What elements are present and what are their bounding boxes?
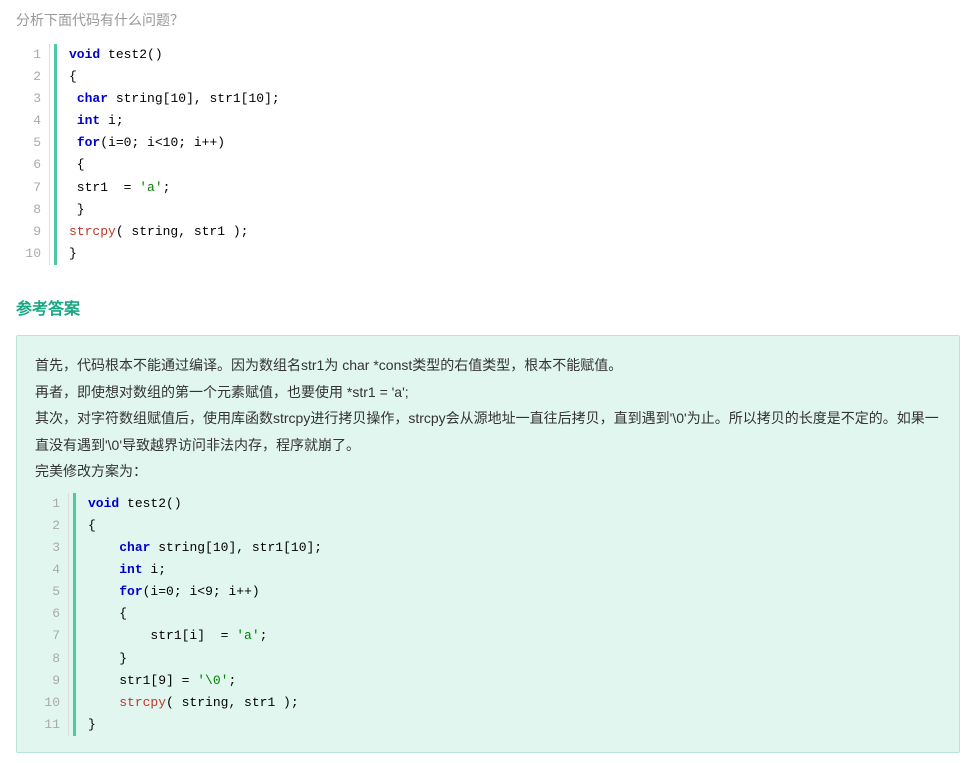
code-lines-1: void test2(){ char string[10], str1[10];…: [54, 44, 280, 265]
gutter-1: 12345678910: [16, 44, 50, 265]
answer-paragraph: 首先，代码根本不能通过编译。因为数组名str1为 char *const类型的右…: [35, 352, 941, 379]
gutter-2: 1234567891011: [35, 493, 69, 736]
answer-paragraph: 再者，即使想对数组的第一个元素赋值，也要使用 *str1 = 'a';: [35, 379, 941, 406]
code-block-1: 12345678910 void test2(){ char string[10…: [16, 44, 960, 265]
code-block-2: 1234567891011 void test2(){ char string[…: [35, 493, 941, 736]
answer-box: 首先，代码根本不能通过编译。因为数组名str1为 char *const类型的右…: [16, 335, 960, 753]
answer-paragraph: 完美修改方案为：: [35, 458, 941, 485]
code-lines-2: void test2(){ char string[10], str1[10];…: [73, 493, 322, 736]
answer-text: 首先，代码根本不能通过编译。因为数组名str1为 char *const类型的右…: [35, 352, 941, 485]
answer-paragraph: 其次，对字符数组赋值后，使用库函数strcpy进行拷贝操作，strcpy会从源地…: [35, 405, 941, 458]
answer-title: 参考答案: [16, 295, 960, 319]
question-text: 分析下面代码有什么问题？: [16, 10, 960, 30]
